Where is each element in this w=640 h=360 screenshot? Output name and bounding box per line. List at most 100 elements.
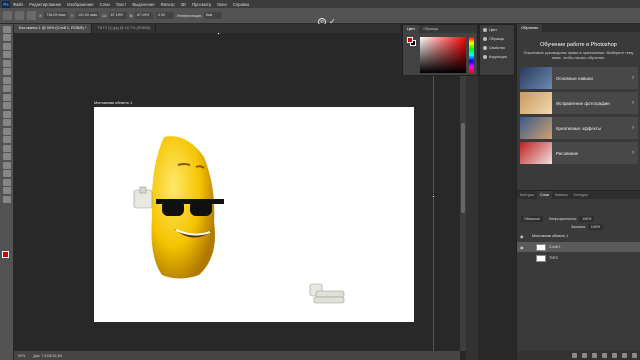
- adjustment-layer-icon[interactable]: [602, 353, 607, 358]
- learn-card-basics[interactable]: Основные навыки ›: [520, 67, 638, 89]
- tab-layers[interactable]: Слои: [537, 191, 552, 199]
- hand-tool-icon[interactable]: [3, 187, 11, 194]
- eyedropper-tool-icon[interactable]: [3, 76, 11, 84]
- width-field[interactable]: 87,19%: [108, 12, 127, 19]
- type-tool-icon[interactable]: [3, 161, 11, 169]
- trash-icon[interactable]: [632, 353, 637, 358]
- menu-layers[interactable]: Слои: [100, 2, 110, 7]
- scrollbar-thumb[interactable]: [461, 123, 465, 213]
- link-layers-icon[interactable]: [572, 353, 577, 358]
- foreground-color-swatch[interactable]: [2, 251, 9, 258]
- layer-tnt2[interactable]: TNT2: [517, 253, 640, 263]
- y-field[interactable]: 121,00 пикс: [75, 12, 100, 19]
- home-icon[interactable]: [3, 11, 12, 20]
- learn-card-thumbnail: [520, 67, 552, 89]
- color-picker-field[interactable]: [420, 37, 466, 73]
- learn-panel-tabbar: Обучение: [517, 24, 640, 32]
- blur-tool-icon[interactable]: [3, 136, 11, 143]
- menu-edit[interactable]: Редактирование: [29, 2, 61, 7]
- layer-style-icon[interactable]: [582, 353, 587, 358]
- blend-mode-select[interactable]: Обычные: [521, 216, 543, 222]
- lasso-tool-icon[interactable]: [3, 42, 11, 50]
- path-select-tool-icon[interactable]: [3, 170, 11, 177]
- group-icon[interactable]: [612, 353, 617, 358]
- menu-bar: Ps Файл Редактирование Изображение Слои …: [0, 0, 640, 8]
- opacity-label: Непрозрачность:: [548, 217, 578, 221]
- layer-artboard[interactable]: ◉ Монтажная область 1: [517, 231, 640, 241]
- zoom-level[interactable]: 50%: [18, 354, 25, 358]
- tab-document-active[interactable]: Без имени-1 @ 50% (Слой 1, RGB/8) *: [14, 24, 93, 33]
- layer-mask-icon[interactable]: [592, 353, 597, 358]
- learn-panel: Обучение Обучение работе в Photoshop Пош…: [516, 24, 640, 190]
- menu-file[interactable]: Файл: [13, 2, 23, 7]
- layer-layer-1[interactable]: ◉ Слой 1: [517, 242, 640, 252]
- learn-card-painting[interactable]: Рисование ›: [520, 142, 638, 164]
- frame-tool-icon[interactable]: [3, 68, 11, 75]
- brush-tool-icon[interactable]: [3, 93, 11, 101]
- zoom-tool-icon[interactable]: [3, 195, 11, 203]
- menu-view[interactable]: Просмотр: [192, 2, 211, 7]
- eye-icon[interactable]: ◉: [520, 234, 526, 239]
- menu-image[interactable]: Изображение: [67, 2, 93, 7]
- tab-swatches[interactable]: Образцы: [419, 25, 442, 33]
- learn-card-photo-fix[interactable]: Исправление фотографии ›: [520, 92, 638, 114]
- mini-item-color[interactable]: Цвет: [480, 25, 514, 34]
- tab-channels[interactable]: Каналы: [552, 191, 571, 199]
- color-icon: [483, 27, 487, 32]
- menu-text[interactable]: Текст: [116, 2, 127, 7]
- crop-tool-icon[interactable]: [3, 59, 11, 67]
- move-tool-icon[interactable]: [3, 25, 11, 33]
- interpolation-select[interactable]: Бик: [204, 12, 223, 19]
- pen-tool-icon[interactable]: [3, 153, 11, 160]
- transform-handle-top[interactable]: [217, 32, 220, 35]
- tab-color[interactable]: Цвет: [403, 25, 420, 33]
- clone-stamp-tool-icon[interactable]: [3, 102, 11, 109]
- artboard[interactable]: [94, 107, 414, 322]
- chevron-right-icon: ›: [632, 100, 634, 106]
- rectangle-tool-icon[interactable]: [3, 178, 11, 186]
- reference-point-icon[interactable]: [27, 11, 36, 20]
- layers-blend-row: Обычные Непрозрачность: 100%: [517, 215, 640, 223]
- transform-handle-right[interactable]: [432, 195, 435, 198]
- color-panel-fg-swatch[interactable]: [407, 37, 413, 43]
- color-panel-tabs: Цвет Образцы: [403, 25, 477, 33]
- new-layer-icon[interactable]: [622, 353, 627, 358]
- x-field[interactable]: 718,09 пикс: [44, 12, 68, 19]
- gradient-tool-icon[interactable]: [3, 127, 11, 135]
- cup-object-left: [133, 186, 153, 209]
- history-brush-tool-icon[interactable]: [3, 110, 11, 118]
- tab-paths[interactable]: Контуры: [517, 191, 537, 199]
- menu-filter[interactable]: Фильтр: [161, 2, 175, 7]
- menu-3d[interactable]: 3D: [181, 2, 186, 7]
- layer-name: Монтажная область 1: [532, 234, 569, 238]
- eye-icon[interactable]: ◉: [520, 245, 526, 250]
- interpolation-label: Интерполяция:: [177, 13, 203, 18]
- fill-field[interactable]: 100%: [587, 224, 604, 230]
- tab-learn[interactable]: Обучение: [517, 24, 543, 32]
- learn-card-creative[interactable]: Креативные эффекты ›: [520, 117, 638, 139]
- dodge-tool-icon[interactable]: [3, 144, 11, 152]
- move-tool-icon[interactable]: [15, 11, 24, 20]
- fill-label: Заливка:: [571, 225, 586, 229]
- menu-window[interactable]: Окно: [217, 2, 227, 7]
- hue-slider[interactable]: [469, 37, 474, 73]
- menu-select[interactable]: Выделение: [132, 2, 154, 7]
- opacity-field[interactable]: 100%: [579, 216, 595, 222]
- tab-document-tnt2[interactable]: TNT2 (1).jpg @ 16,7% (RGB/8): [92, 24, 157, 33]
- swatches-icon: [483, 36, 487, 41]
- angle-field[interactable]: 0,00: [156, 12, 175, 19]
- cup-object-right: [309, 283, 345, 304]
- height-field[interactable]: 87,19%: [135, 12, 154, 19]
- marquee-tool-icon[interactable]: [3, 34, 11, 41]
- mini-item-properties[interactable]: Свойства: [480, 43, 514, 52]
- healing-brush-tool-icon[interactable]: [3, 85, 11, 92]
- eraser-tool-icon[interactable]: [3, 119, 11, 126]
- quick-select-tool-icon[interactable]: [3, 51, 11, 58]
- mini-item-adjustments[interactable]: Коррекция: [480, 52, 514, 61]
- menu-help[interactable]: Справка: [233, 2, 249, 7]
- mini-item-swatches[interactable]: Образцы: [480, 34, 514, 43]
- y-label: Y:: [70, 13, 74, 18]
- chevron-right-icon: ›: [632, 125, 634, 131]
- tab-paths-2[interactable]: Контуры: [571, 191, 591, 199]
- mini-item-label: Цвет: [489, 27, 498, 32]
